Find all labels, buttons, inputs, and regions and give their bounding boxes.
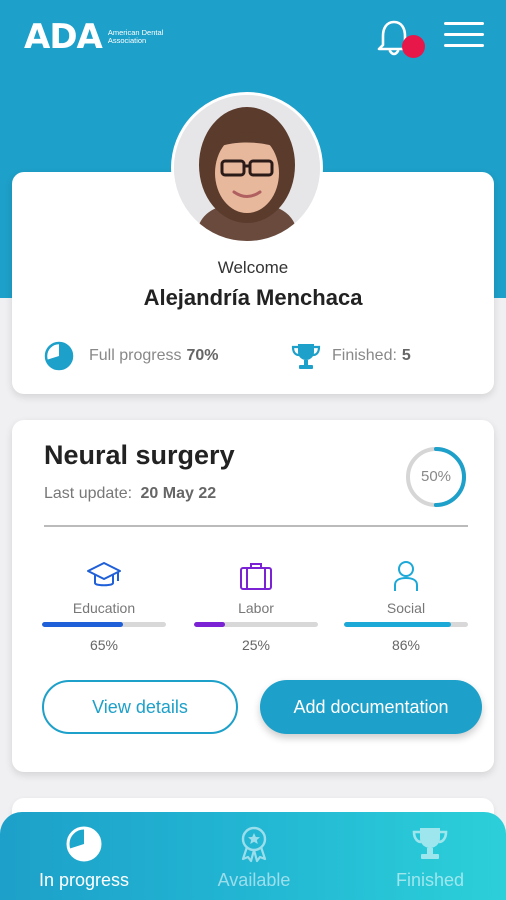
nav-label: In progress [38, 870, 130, 890]
menu-line [444, 22, 484, 25]
course-progress-label: 50% [420, 468, 452, 485]
category-label: Education [72, 600, 136, 616]
nav-available[interactable]: Available [170, 824, 338, 891]
nav-in-progress[interactable]: In progress [0, 824, 168, 891]
course-title: Neural surgery [44, 440, 235, 470]
category-labor: Labor [194, 558, 318, 616]
nav-finished[interactable]: Finished [346, 824, 506, 891]
last-update-label: Last update: [44, 485, 133, 502]
category-label: Labor [238, 600, 274, 616]
full-progress-label: Full progress [89, 347, 182, 364]
pie-progress-icon [66, 826, 102, 862]
category-percent: 65% [89, 637, 119, 653]
nav-label: Finished [395, 870, 465, 890]
trophy-icon [291, 344, 321, 369]
category-percent: 25% [241, 637, 271, 653]
category-education: Education [42, 558, 166, 616]
full-progress-value: 70% [186, 347, 219, 364]
award-badge-icon [241, 826, 267, 863]
category-percent: 86% [391, 637, 421, 653]
last-update: Last update: 20 May 22 [44, 485, 216, 503]
trophy-icon [412, 828, 448, 859]
menu-line [444, 44, 484, 47]
finished-label: Finished: [332, 347, 397, 364]
nav-label: Available [217, 870, 291, 890]
view-details-button[interactable]: View details [42, 680, 238, 734]
category-social: Social [344, 558, 468, 616]
finished-value: 5 [401, 347, 411, 364]
ada-logo: ADA American Dental Association [24, 20, 168, 54]
category-label: Social [386, 600, 426, 616]
logo-text: ADA [24, 17, 103, 57]
user-avatar [171, 92, 323, 244]
add-documentation-button[interactable]: Add documentation [260, 680, 482, 734]
briefcase-icon [240, 563, 272, 590]
menu-line [444, 33, 484, 36]
person-icon [394, 561, 418, 591]
finished-stat: Finished: 5 [290, 340, 411, 372]
category-progress-bar [344, 622, 468, 627]
category-progress-fill [344, 622, 451, 627]
notification-dot [402, 35, 425, 58]
category-progress-bar [194, 622, 318, 627]
user-name: Alejandría Menchaca [143, 285, 363, 310]
hamburger-menu-icon[interactable] [444, 22, 484, 50]
pie-progress-icon [44, 341, 74, 371]
welcome-text: Welcome [217, 258, 289, 277]
category-progress-fill [194, 622, 225, 627]
full-progress-stat: Full progress 70% [43, 340, 219, 372]
last-update-value: 20 May 22 [140, 485, 217, 502]
divider [44, 525, 468, 527]
category-progress-bar [42, 622, 166, 627]
logo-subtitle: American Dental Association [107, 27, 164, 45]
graduation-cap-icon [87, 562, 121, 587]
category-progress-fill [42, 622, 123, 627]
